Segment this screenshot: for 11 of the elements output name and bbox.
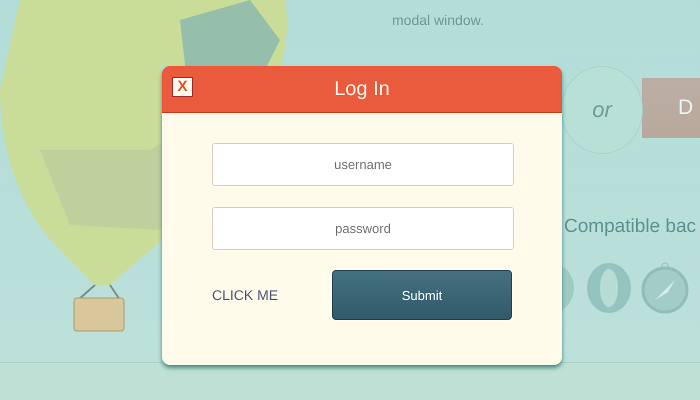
compat-heading: Compatible bac [564, 216, 696, 238]
input-field[interactable]: password [212, 207, 514, 250]
or-circle: or [561, 66, 643, 154]
compass-icon [640, 262, 690, 314]
modal-title: Log In [334, 78, 390, 100]
input-field[interactable]: username [212, 143, 514, 186]
opera-icon [585, 262, 633, 314]
submit-button[interactable]: Submit [332, 270, 512, 320]
click-me-link[interactable]: CLICK ME [212, 287, 278, 303]
intro-text: modal window. [392, 12, 484, 28]
close-button[interactable]: X [172, 77, 193, 97]
